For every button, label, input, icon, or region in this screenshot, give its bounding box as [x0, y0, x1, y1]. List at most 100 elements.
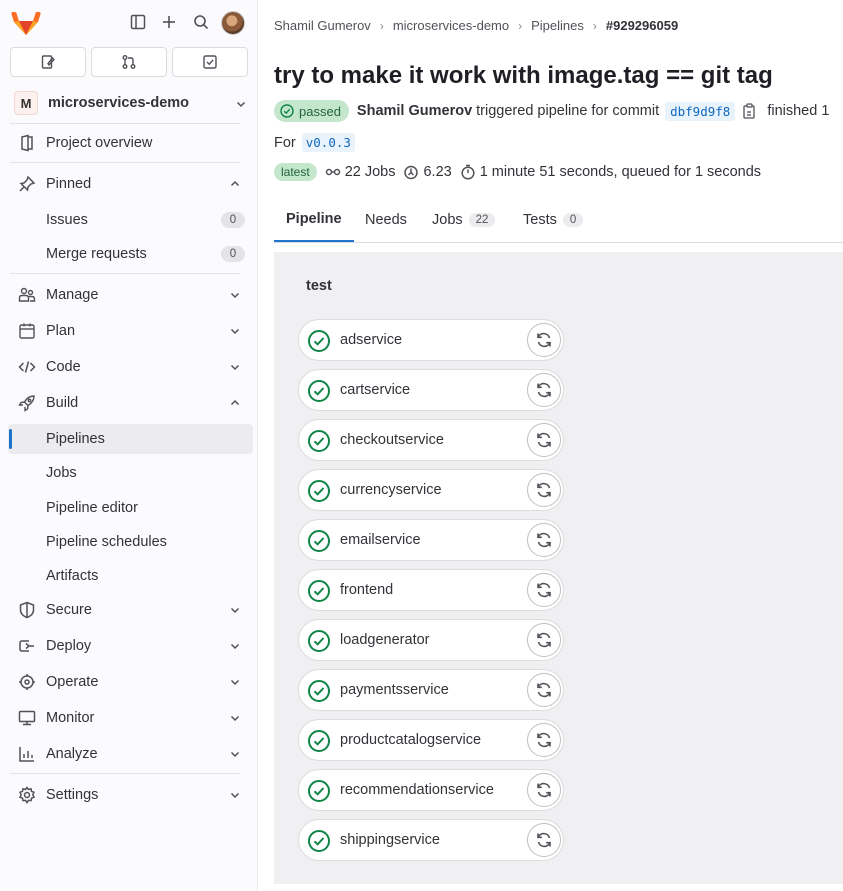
- tab-tests[interactable]: Tests 0: [511, 198, 595, 242]
- job-item[interactable]: emailservice: [298, 519, 564, 561]
- project-avatar: M: [14, 91, 38, 115]
- user-avatar[interactable]: [221, 11, 245, 35]
- sidebar-section-pinned[interactable]: Pinned: [8, 169, 253, 199]
- thumbtack-icon: [19, 175, 36, 192]
- copy-icon[interactable]: [743, 103, 757, 119]
- sidebar-item-issues[interactable]: Issues 0: [8, 205, 253, 235]
- sidebar-item-label: Operate: [46, 674, 99, 690]
- sidebar-item-plan[interactable]: Plan: [8, 316, 253, 346]
- search-icon[interactable]: [191, 12, 211, 32]
- breadcrumb-item[interactable]: Shamil Gumerov: [274, 18, 371, 33]
- status-badge[interactable]: passed: [274, 100, 349, 122]
- latest-badge: latest: [274, 163, 317, 181]
- breadcrumb-separator-icon: ›: [518, 18, 523, 33]
- job-item[interactable]: paymentsservice: [298, 669, 564, 711]
- breadcrumb-item-current[interactable]: #929296059: [606, 18, 678, 33]
- divider: [10, 162, 240, 163]
- commit-sha-link[interactable]: dbf9d9f8: [665, 101, 736, 121]
- job-item[interactable]: currencyservice: [298, 469, 564, 511]
- sidebar-item-label: Secure: [46, 602, 92, 618]
- tab-pipeline[interactable]: Pipeline: [274, 198, 354, 242]
- job-item[interactable]: frontend: [298, 569, 564, 611]
- sidebar-item-pipeline-schedules[interactable]: Pipeline schedules: [8, 527, 253, 557]
- sidebar-item-label: Pinned: [46, 176, 92, 192]
- retry-button[interactable]: [527, 523, 561, 557]
- retry-button[interactable]: [527, 473, 561, 507]
- sidebar-item-manage[interactable]: Manage: [8, 280, 253, 310]
- job-item[interactable]: cartservice: [298, 369, 564, 411]
- retry-button[interactable]: [527, 773, 561, 807]
- retry-icon: [537, 732, 551, 748]
- monitor-icon: [18, 710, 36, 726]
- sidebar-item-operate[interactable]: Operate: [8, 667, 253, 697]
- retry-button[interactable]: [527, 323, 561, 357]
- job-name: adservice: [340, 332, 403, 348]
- pipeline-icon: [325, 168, 340, 176]
- job-item[interactable]: loadgenerator: [298, 619, 564, 661]
- status-success-icon: [308, 780, 330, 802]
- users-icon: [18, 287, 36, 302]
- sidebar-item-monitor[interactable]: Monitor: [8, 703, 253, 733]
- retry-button[interactable]: [527, 623, 561, 657]
- sidebar-item-project-overview[interactable]: Project overview: [8, 128, 253, 158]
- sidebar-item-code[interactable]: Code: [8, 352, 253, 382]
- sidebar-item-label: Code: [46, 359, 81, 375]
- merge-requests-shortcut-button[interactable]: [91, 47, 167, 77]
- status-success-icon: [308, 530, 330, 552]
- sidebar-item-secure[interactable]: Secure: [8, 595, 253, 625]
- sidebar-item-label: Plan: [46, 323, 76, 339]
- job-item[interactable]: shippingservice: [298, 819, 564, 861]
- ref-link[interactable]: v0.0.3: [301, 133, 355, 152]
- breadcrumb-item[interactable]: microservices-demo: [393, 18, 509, 33]
- pipeline-duration-label: 1 minute 51 seconds, queued for 1 second…: [479, 164, 762, 180]
- sidebar-item-jobs[interactable]: Jobs: [8, 458, 253, 488]
- for-label: For: [274, 134, 296, 151]
- retry-icon: [537, 482, 551, 498]
- tab-needs[interactable]: Needs: [353, 198, 419, 242]
- retry-icon: [537, 582, 551, 598]
- job-item[interactable]: recommendationservice: [298, 769, 564, 811]
- sidebar-toggle-icon[interactable]: [128, 12, 148, 32]
- author-link[interactable]: Shamil Gumerov: [357, 103, 472, 119]
- sidebar-item-pipeline-editor[interactable]: Pipeline editor: [8, 493, 253, 523]
- retry-button[interactable]: [527, 673, 561, 707]
- job-item[interactable]: checkoutservice: [298, 419, 564, 461]
- sidebar-item-label: Pipeline editor: [46, 500, 138, 516]
- chevron-down-icon: [230, 328, 240, 335]
- retry-button[interactable]: [527, 573, 561, 607]
- plus-icon[interactable]: [159, 12, 179, 32]
- divider: [10, 273, 240, 274]
- trigger-text: triggered pipeline for commit: [476, 103, 660, 119]
- pipeline-score-label: 6.23: [423, 164, 452, 180]
- project-switcher[interactable]: M microservices-demo: [10, 88, 250, 118]
- status-success-icon: [280, 104, 294, 118]
- job-name: emailservice: [340, 532, 421, 548]
- divider: [10, 123, 240, 124]
- breadcrumb: Shamil Gumerov › microservices-demo › Pi…: [274, 18, 678, 33]
- retry-button[interactable]: [527, 723, 561, 757]
- sidebar-item-settings[interactable]: Settings: [8, 780, 253, 810]
- count-badge: 0: [221, 246, 245, 262]
- job-item[interactable]: productcatalogservice: [298, 719, 564, 761]
- tab-jobs[interactable]: Jobs 22: [420, 198, 507, 242]
- chevron-down-icon: [230, 715, 240, 722]
- sidebar-item-deploy[interactable]: Deploy: [8, 631, 253, 661]
- sidebar-item-pipelines[interactable]: Pipelines: [8, 424, 253, 454]
- sidebar-item-build[interactable]: Build: [8, 388, 253, 418]
- tab-count-badge: 0: [562, 213, 584, 227]
- finished-text: finished 1: [767, 103, 830, 119]
- sidebar-item-label: Build: [46, 395, 79, 411]
- sidebar-item-analyze[interactable]: Analyze: [8, 739, 253, 769]
- sidebar-item-merge-requests[interactable]: Merge requests 0: [8, 239, 253, 269]
- job-item[interactable]: adservice: [298, 319, 564, 361]
- issues-shortcut-button[interactable]: [10, 47, 86, 77]
- sidebar-item-label: Monitor: [46, 710, 95, 726]
- retry-button[interactable]: [527, 823, 561, 857]
- breadcrumb-item[interactable]: Pipelines: [531, 18, 584, 33]
- todos-shortcut-button[interactable]: [172, 47, 248, 77]
- gitlab-logo-icon[interactable]: [10, 8, 42, 36]
- sidebar-item-artifacts[interactable]: Artifacts: [8, 561, 253, 591]
- retry-button[interactable]: [527, 373, 561, 407]
- job-name: paymentsservice: [340, 682, 449, 698]
- retry-button[interactable]: [527, 423, 561, 457]
